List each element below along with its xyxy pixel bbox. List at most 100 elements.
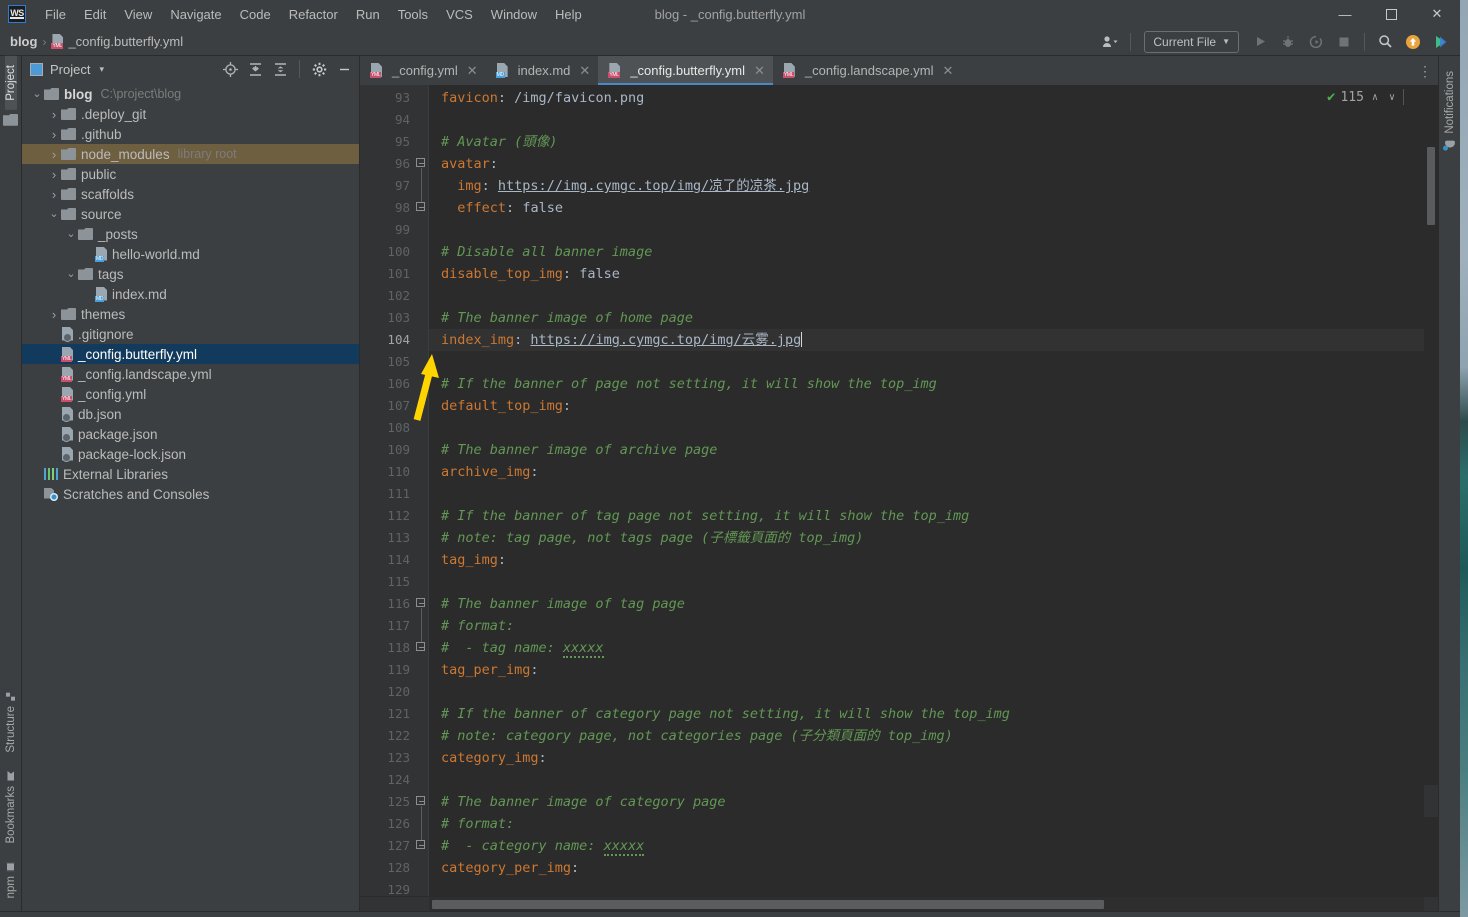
breadcrumb-project[interactable]: blog xyxy=(10,34,37,49)
code-line-105[interactable] xyxy=(441,351,1424,373)
code-line-95[interactable]: # Avatar (頭像) xyxy=(441,131,1424,153)
code-line-99[interactable] xyxy=(441,219,1424,241)
code-line-107[interactable]: default_top_img: xyxy=(441,395,1424,417)
settings-gear-icon[interactable] xyxy=(308,58,330,80)
code-line-100[interactable]: # Disable all banner image xyxy=(441,241,1424,263)
next-problem-icon[interactable]: ∨ xyxy=(1386,92,1398,103)
fold-start-icon[interactable] xyxy=(416,158,427,169)
tree-item-scaffolds[interactable]: › scaffolds xyxy=(22,184,359,204)
close-button[interactable]: ✕ xyxy=(1414,0,1460,28)
code-line-118[interactable]: # - tag name: xxxxx xyxy=(441,637,1424,659)
code-line-106[interactable]: # If the banner of page not setting, it … xyxy=(441,373,1424,395)
tree-item-github[interactable]: › .github xyxy=(22,124,359,144)
chevron-right-icon[interactable]: › xyxy=(47,147,61,162)
menu-window[interactable]: Window xyxy=(482,3,546,26)
ide-features-trainer-icon[interactable] xyxy=(1428,30,1454,54)
tree-item-deploy-git[interactable]: › .deploy_git xyxy=(22,104,359,124)
code-line-113[interactable]: # note: tag page, not tags page (子標籤頁面的 … xyxy=(441,527,1424,549)
code-line-94[interactable] xyxy=(441,109,1424,131)
code-line-126[interactable]: # format: xyxy=(441,813,1424,835)
code-folding-gutter[interactable] xyxy=(416,85,428,896)
menu-navigate[interactable]: Navigate xyxy=(161,3,230,26)
code-line-127[interactable]: # - category name: xxxxx xyxy=(441,835,1424,857)
code-line-123[interactable]: category_img: xyxy=(441,747,1424,769)
code-line-116[interactable]: # The banner image of tag page xyxy=(441,593,1424,615)
code-line-117[interactable]: # format: xyxy=(441,615,1424,637)
tree-item-scratches-and-consoles[interactable]: Scratches and Consoles xyxy=(22,484,359,504)
tree-item-db-json[interactable]: db.json xyxy=(22,404,359,424)
close-tab-icon[interactable]: ✕ xyxy=(579,63,590,79)
code-editor[interactable]: favicon: /img/favicon.png # Avatar (頭像) a… xyxy=(428,85,1424,896)
run-configuration-selector[interactable]: Current File ▼ xyxy=(1144,30,1239,53)
fold-end-icon[interactable] xyxy=(416,642,426,651)
code-line-125[interactable]: # The banner image of category page xyxy=(441,791,1424,813)
tree-item-config-butterfly-yml[interactable]: _config.butterfly.yml xyxy=(22,344,359,364)
tab-index-md[interactable]: index.md ✕ xyxy=(486,56,599,85)
fold-end-icon[interactable] xyxy=(416,840,426,849)
hide-panel-icon[interactable] xyxy=(333,58,355,80)
tab-config-landscape-yml[interactable]: _config.landscape.yml ✕ xyxy=(773,56,962,85)
code-line-129[interactable] xyxy=(441,879,1424,896)
code-line-97[interactable]: img: https://img.cymgc.top/img/凉了的凉茶.jpg xyxy=(441,175,1424,197)
select-opened-file-icon[interactable] xyxy=(219,58,241,80)
code-line-109[interactable]: # The banner image of archive page xyxy=(441,439,1424,461)
tree-item-blog[interactable]: ⌄ blog C:\project\blog xyxy=(22,84,359,104)
run-icon[interactable] xyxy=(1247,30,1273,54)
fold-start-icon[interactable] xyxy=(416,598,427,609)
menu-file[interactable]: File xyxy=(36,3,75,26)
menu-help[interactable]: Help xyxy=(546,3,591,26)
scrollbar-thumb[interactable] xyxy=(1427,147,1435,225)
tree-item-posts[interactable]: ⌄ _posts xyxy=(22,224,359,244)
code-line-124[interactable] xyxy=(441,769,1424,791)
tree-item-package-json[interactable]: package.json xyxy=(22,424,359,444)
code-line-111[interactable] xyxy=(441,483,1424,505)
code-line-101[interactable]: disable_top_img: false xyxy=(441,263,1424,285)
chevron-right-icon[interactable]: › xyxy=(47,107,61,122)
code-line-108[interactable] xyxy=(441,417,1424,439)
code-line-115[interactable] xyxy=(441,571,1424,593)
tree-item-external-libraries[interactable]: External Libraries xyxy=(22,464,359,484)
sidebar-item-project[interactable]: Project xyxy=(4,56,17,110)
tree-item-themes[interactable]: › themes xyxy=(22,304,359,324)
menu-tools[interactable]: Tools xyxy=(389,3,437,26)
code-line-128[interactable]: category_per_img: xyxy=(441,857,1424,879)
fold-start-icon[interactable] xyxy=(416,796,427,807)
sidebar-item-structure[interactable]: Structure xyxy=(5,684,17,762)
tree-item-node-modules[interactable]: › node_modules library root xyxy=(22,144,359,164)
hscroll-thumb[interactable] xyxy=(432,900,1104,909)
maximize-button[interactable] xyxy=(1368,0,1414,28)
close-tab-icon[interactable]: ✕ xyxy=(467,63,478,79)
chevron-right-icon[interactable]: › xyxy=(47,167,61,182)
menu-vcs[interactable]: VCS xyxy=(437,3,482,26)
code-line-102[interactable] xyxy=(441,285,1424,307)
chevron-down-icon[interactable]: ⌄ xyxy=(64,228,78,239)
tree-item-source[interactable]: ⌄ source xyxy=(22,204,359,224)
code-line-96[interactable]: avatar: xyxy=(441,153,1424,175)
tree-item-tags[interactable]: ⌄ tags xyxy=(22,264,359,284)
inspection-widget[interactable]: ✔ 115 ∧ ∨ xyxy=(1327,89,1404,105)
chevron-right-icon[interactable]: › xyxy=(47,307,61,322)
chevron-down-icon[interactable]: ⌄ xyxy=(47,208,61,219)
code-line-110[interactable]: archive_img: xyxy=(441,461,1424,483)
run-with-coverage-icon[interactable] xyxy=(1303,30,1329,54)
menu-refactor[interactable]: Refactor xyxy=(280,3,347,26)
code-line-120[interactable] xyxy=(441,681,1424,703)
expand-all-icon[interactable] xyxy=(244,58,266,80)
user-avatar-icon[interactable] xyxy=(1097,30,1123,54)
code-line-121[interactable]: # If the banner of category page not set… xyxy=(441,703,1424,725)
chevron-right-icon[interactable]: › xyxy=(47,127,61,142)
sidebar-item-bookmarks[interactable]: Bookmarks xyxy=(5,762,17,853)
code-line-119[interactable]: tag_per_img: xyxy=(441,659,1424,681)
editor-vertical-scrollbar[interactable] xyxy=(1424,85,1438,896)
project-file-tree[interactable]: ⌄ blog C:\project\blog › .deploy_git › .github… xyxy=(22,82,359,911)
code-line-104[interactable]: index_img: https://img.cymgc.top/img/云雾.… xyxy=(429,329,1424,351)
menu-view[interactable]: View xyxy=(115,3,161,26)
collapse-all-icon[interactable] xyxy=(269,58,291,80)
close-tab-icon[interactable]: ✕ xyxy=(943,63,954,79)
tree-item-index-md[interactable]: index.md xyxy=(22,284,359,304)
minimize-button[interactable]: — xyxy=(1322,0,1368,28)
search-everywhere-icon[interactable] xyxy=(1372,30,1398,54)
fold-end-icon[interactable] xyxy=(416,202,426,211)
more-options-icon[interactable]: ⋮ xyxy=(1416,64,1434,78)
stop-icon[interactable] xyxy=(1331,30,1357,54)
